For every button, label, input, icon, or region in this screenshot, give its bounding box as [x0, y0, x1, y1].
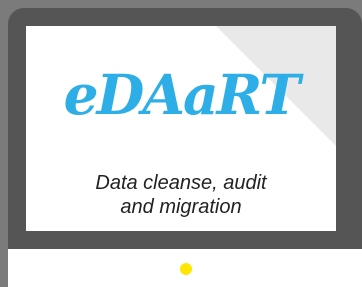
- tagline-line-1: Data cleanse, audit: [95, 172, 267, 194]
- monitor-screen: eDAaRT Data cleanse, audit and migration: [26, 26, 336, 231]
- monitor-illustration: eDAaRT Data cleanse, audit and migration: [0, 0, 362, 287]
- tagline: Data cleanse, audit and migration: [26, 171, 336, 219]
- power-light-icon: [180, 263, 192, 275]
- tagline-line-2: and migration: [120, 196, 242, 218]
- edaart-logo: eDAaRT: [63, 62, 301, 127]
